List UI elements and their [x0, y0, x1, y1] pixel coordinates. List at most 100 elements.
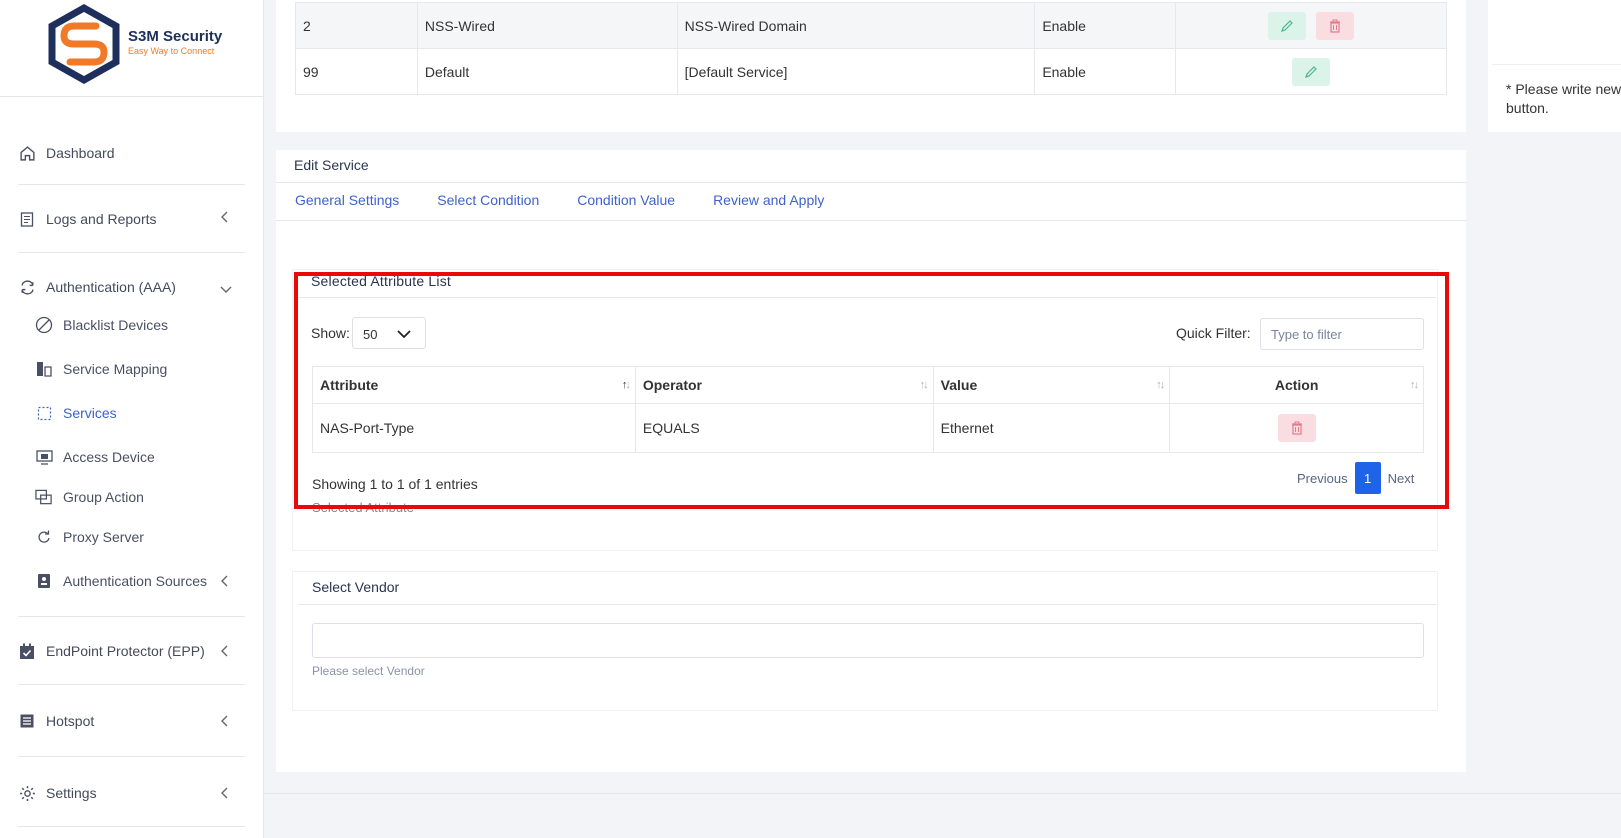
table-row[interactable]: 99 Default [Default Service] Enable — [295, 48, 1447, 95]
divider — [18, 756, 245, 757]
tab-condition-value[interactable]: Condition Value — [558, 183, 694, 221]
column-header-label: Attribute — [320, 377, 379, 393]
operator-cell: EQUALS — [634, 403, 934, 453]
services-icon — [35, 404, 53, 422]
row-actions — [1175, 48, 1447, 95]
help-note-line: button. — [1506, 100, 1549, 116]
next-page-button[interactable]: Next — [1381, 471, 1422, 486]
edit-button[interactable] — [1268, 11, 1307, 40]
chevron-left-icon[interactable] — [220, 786, 230, 802]
chevron-left-icon[interactable] — [220, 210, 230, 226]
sidebar-item-settings[interactable]: Settings — [18, 784, 97, 802]
chevron-left-icon[interactable] — [220, 714, 230, 730]
show-label: Show: — [311, 325, 350, 341]
previous-page-button[interactable]: Previous — [1290, 471, 1355, 486]
selected-attribute-label: Selected Attribute — [312, 500, 414, 515]
page-size-select[interactable]: 50 — [352, 317, 426, 349]
sidebar-item-label: EndPoint Protector (EPP) — [46, 643, 205, 659]
attribute-table: Attribute ↑↓ Operator ↑↓ Value ↑↓ Action ↑↓ … — [312, 366, 1424, 453]
sidebar-item-endpoint-protector[interactable]: EndPoint Protector (EPP) — [18, 642, 205, 660]
attribute-list-title: Selected Attribute List — [311, 273, 452, 289]
sort-icon: ↑↓ — [1410, 379, 1419, 391]
help-note-line: * Please write new — [1506, 81, 1621, 97]
sidebar-item-authentication[interactable]: Authentication (AAA) — [18, 278, 176, 296]
divider — [18, 616, 245, 617]
column-header-label: Action — [1274, 377, 1319, 393]
trash-icon — [1291, 421, 1302, 435]
edit-button[interactable] — [1292, 57, 1331, 86]
divider — [18, 826, 245, 827]
trash-icon — [1330, 19, 1341, 33]
action-cell — [1169, 403, 1424, 453]
quick-filter-label: Quick Filter: — [1176, 325, 1251, 341]
table-row[interactable]: NAS-Port-Type EQUALS Ethernet — [312, 403, 1424, 453]
sidebar-item-hotspot[interactable]: Hotspot — [18, 712, 94, 730]
sidebar-item-dashboard[interactable]: Dashboard — [18, 144, 115, 162]
sidebar-item-proxy-server[interactable]: Proxy Server — [35, 528, 144, 546]
sidebar-item-group-action[interactable]: Group Action — [35, 488, 144, 506]
chevron-left-icon[interactable] — [220, 644, 230, 660]
service-id: 99 — [295, 48, 418, 95]
divider — [1492, 64, 1621, 65]
pagination: Previous 1 Next — [1290, 462, 1421, 494]
table-row[interactable]: 2 NSS-Wired NSS-Wired Domain Enable — [295, 2, 1447, 49]
column-header-label: Value — [940, 377, 978, 393]
sidebar-item-logs-and-reports[interactable]: Logs and Reports — [18, 210, 157, 228]
block-icon — [35, 316, 53, 334]
service-name: NSS-Wired — [416, 2, 678, 49]
edit-service-tabs: General Settings Select Condition Condit… — [276, 183, 843, 221]
tab-review-and-apply[interactable]: Review and Apply — [694, 183, 843, 221]
calendar-check-icon — [18, 642, 36, 660]
column-header-operator[interactable]: Operator ↑↓ — [634, 366, 934, 404]
delete-button[interactable] — [1277, 414, 1316, 442]
tab-select-condition[interactable]: Select Condition — [418, 183, 559, 221]
column-header-value[interactable]: Value ↑↓ — [932, 366, 1171, 404]
delete-button[interactable] — [1316, 11, 1355, 40]
tab-general-settings[interactable]: General Settings — [276, 183, 418, 221]
column-header-action[interactable]: Action ↑↓ — [1169, 366, 1424, 404]
page-size-value: 50 — [363, 327, 378, 342]
redo-icon — [35, 528, 53, 546]
chevron-left-icon[interactable] — [220, 574, 230, 590]
home-icon — [18, 144, 36, 162]
quick-filter-input[interactable] — [1260, 318, 1424, 350]
chevron-down-icon — [397, 327, 411, 342]
pencil-icon — [1305, 65, 1317, 78]
sidebar-item-services[interactable]: Services — [35, 404, 117, 422]
chevron-down-icon[interactable] — [220, 281, 232, 297]
value-cell: Ethernet — [932, 403, 1171, 453]
brand-logo[interactable]: S3M Security Easy Way to Connect — [44, 3, 234, 85]
sidebar-item-label: Settings — [46, 785, 97, 801]
brand-tagline: Easy Way to Connect — [128, 46, 215, 56]
help-note: * Please write new button. — [1506, 80, 1621, 118]
divider — [18, 184, 245, 185]
divider — [264, 793, 1621, 794]
page-1-button[interactable]: 1 — [1354, 462, 1381, 494]
sidebar-item-label: Service Mapping — [63, 361, 168, 377]
service-status: Enable — [1034, 2, 1177, 49]
service-description: [Default Service] — [676, 48, 1036, 95]
mapping-icon — [35, 360, 53, 378]
sidebar-item-label: Access Device — [63, 449, 155, 465]
sidebar-item-label: Logs and Reports — [46, 211, 157, 227]
sidebar-item-blacklist-devices[interactable]: Blacklist Devices — [35, 316, 168, 334]
sort-icon: ↑↓ — [1156, 379, 1165, 391]
vendor-select[interactable] — [312, 623, 1424, 658]
vendor-title: Select Vendor — [312, 579, 400, 595]
sidebar-item-label: Dashboard — [46, 145, 115, 161]
service-name: Default — [416, 48, 678, 95]
sidebar-item-service-mapping[interactable]: Service Mapping — [35, 360, 167, 378]
entries-info: Showing 1 to 1 of 1 entries — [312, 476, 478, 492]
sort-icon: ↑↓ — [919, 379, 929, 391]
id-card-icon — [35, 572, 53, 590]
logo-icon — [48, 3, 120, 85]
sidebar-item-access-device[interactable]: Access Device — [35, 448, 155, 466]
table-header-row: Attribute ↑↓ Operator ↑↓ Value ↑↓ Action ↑↓ — [312, 366, 1424, 404]
service-id: 2 — [295, 2, 418, 49]
divider — [18, 684, 245, 685]
column-header-attribute[interactable]: Attribute ↑↓ — [312, 366, 636, 404]
sidebar-item-authentication-sources[interactable]: Authentication Sources — [35, 572, 207, 590]
sidebar-item-label: Services — [63, 405, 117, 421]
monitor-icon — [35, 448, 53, 466]
report-icon — [18, 210, 36, 228]
